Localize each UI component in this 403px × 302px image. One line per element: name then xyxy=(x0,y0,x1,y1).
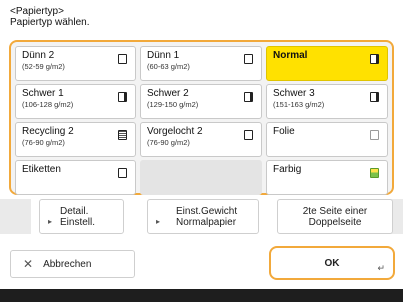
detail-settings-label-line2: Einstell. xyxy=(60,216,96,228)
subbar-background-left xyxy=(0,199,31,234)
paper-icon xyxy=(118,54,127,64)
paper-type-name: Recycling 2 xyxy=(22,126,74,137)
paper-type-name: Schwer 3 xyxy=(273,88,315,99)
paper-type-panel: Dünn 2 (52-59 g/m2) Dünn 1 (60-63 g/m2) … xyxy=(9,40,394,195)
ok-label: OK xyxy=(324,257,340,269)
paper-type-weight: (76-90 g/m2) xyxy=(22,138,65,147)
paper-type-weight: (60-63 g/m2) xyxy=(147,62,190,71)
paper-icon xyxy=(244,54,253,64)
paper-type-name: Schwer 1 xyxy=(22,88,64,99)
paper-type-duenn-2[interactable]: Dünn 2 (52-59 g/m2) xyxy=(15,46,136,81)
paper-icon xyxy=(370,92,379,102)
paper-type-etiketten[interactable]: Etiketten xyxy=(15,160,136,195)
paper-icon xyxy=(244,92,253,102)
paper-type-schwer-3[interactable]: Schwer 3 (151-163 g/m2) xyxy=(266,84,388,119)
paper-type-weight: (76-90 g/m2) xyxy=(147,138,190,147)
chevron-right-icon: ▸ xyxy=(156,217,161,226)
page-title: <Papiertyp> xyxy=(10,6,64,17)
detail-settings-button[interactable]: Detail. Einstell. ▸ xyxy=(39,199,124,234)
header: <Papiertyp> Papiertyp wählen. xyxy=(10,6,90,28)
paper-type-recycling-2[interactable]: Recycling 2 (76-90 g/m2) xyxy=(15,122,136,157)
recycled-paper-icon xyxy=(118,130,127,140)
set-weight-label: Einst.Gewicht Normalpapier xyxy=(176,206,237,228)
second-side-label-line1: 2te Seite einer xyxy=(302,205,368,217)
set-weight-normal-paper-button[interactable]: Einst.Gewicht Normalpapier ▸ xyxy=(147,199,259,234)
second-side-label: 2te Seite einer Doppelseite xyxy=(303,206,368,228)
paper-type-duenn-1[interactable]: Dünn 1 (60-63 g/m2) xyxy=(140,46,262,81)
ok-button[interactable]: OK ↵ xyxy=(269,246,395,280)
set-weight-label-line2: Normalpapier xyxy=(176,216,237,228)
paper-type-name: Normal xyxy=(273,50,308,61)
set-weight-label-line1: Einst.Gewicht xyxy=(176,205,238,217)
paper-type-grid: Dünn 2 (52-59 g/m2) Dünn 1 (60-63 g/m2) … xyxy=(15,46,388,195)
paper-type-folie[interactable]: Folie xyxy=(266,122,388,157)
paper-type-weight: (106-128 g/m2) xyxy=(22,100,74,109)
paper-type-name: Folie xyxy=(273,126,295,137)
paper-type-weight: (52-59 g/m2) xyxy=(22,62,65,71)
paper-type-schwer-2[interactable]: Schwer 2 (129-150 g/m2) xyxy=(140,84,262,119)
paper-type-name: Dünn 2 xyxy=(22,50,55,61)
detail-settings-label-line1: Detail. xyxy=(60,205,89,217)
paper-type-farbig[interactable]: Farbig xyxy=(266,160,388,195)
second-side-duplex-button[interactable]: 2te Seite einer Doppelseite xyxy=(277,199,393,234)
cancel-button[interactable]: ✕ Abbrechen xyxy=(10,250,135,278)
transparency-icon xyxy=(370,130,379,140)
colored-paper-icon xyxy=(370,168,379,178)
paper-icon xyxy=(370,54,379,64)
paper-type-name: Vorgelocht 2 xyxy=(147,126,203,137)
punched-paper-icon xyxy=(244,130,253,140)
options-bar: Detail. Einstell. ▸ Einst.Gewicht Normal… xyxy=(39,199,393,234)
paper-type-weight: (151-163 g/m2) xyxy=(273,100,325,109)
paper-type-weight: (129-150 g/m2) xyxy=(147,100,199,109)
detail-settings-label: Detail. Einstell. xyxy=(60,206,95,228)
paper-type-name: Schwer 2 xyxy=(147,88,189,99)
paper-type-name: Dünn 1 xyxy=(147,50,180,61)
empty-slot xyxy=(140,160,262,195)
label-paper-icon xyxy=(118,168,127,178)
paper-type-schwer-1[interactable]: Schwer 1 (106-128 g/m2) xyxy=(15,84,136,119)
paper-type-normal[interactable]: Normal xyxy=(266,46,388,81)
bottom-bar xyxy=(0,289,403,302)
instruction-text: Papiertyp wählen. xyxy=(10,17,90,28)
close-icon: ✕ xyxy=(23,257,34,271)
paper-type-name: Farbig xyxy=(273,164,302,175)
paper-icon xyxy=(118,92,127,102)
paper-type-name: Etiketten xyxy=(22,164,61,175)
enter-icon: ↵ xyxy=(377,263,385,273)
chevron-right-icon: ▸ xyxy=(48,217,53,226)
second-side-label-line2: Doppelseite xyxy=(308,216,362,228)
paper-type-vorgelocht-2[interactable]: Vorgelocht 2 (76-90 g/m2) xyxy=(140,122,262,157)
cancel-label: Abbrechen xyxy=(43,258,92,270)
